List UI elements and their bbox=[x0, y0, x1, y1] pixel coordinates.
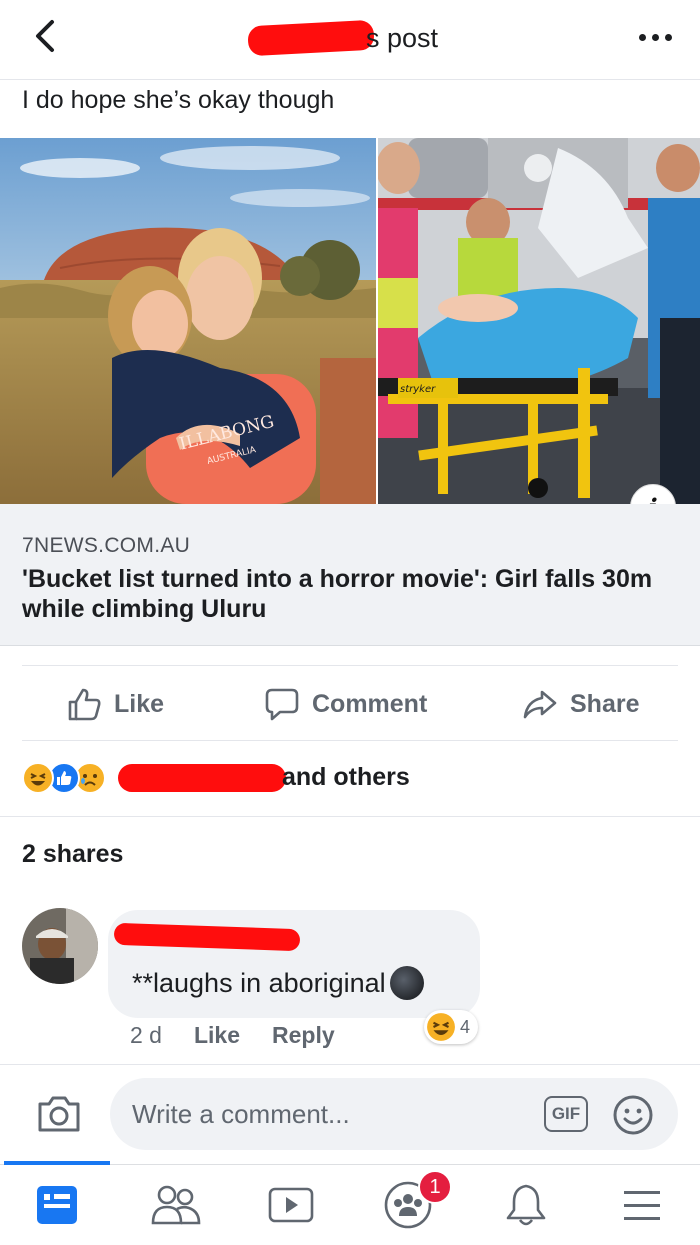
emoji-icon[interactable] bbox=[612, 1094, 654, 1141]
comment-icon bbox=[265, 688, 299, 721]
comment-like-button[interactable]: Like bbox=[194, 1022, 240, 1049]
comment-text: **laughs in aboriginal bbox=[132, 966, 424, 1000]
link-image-right[interactable]: stryker bbox=[378, 138, 700, 504]
nav-active-indicator bbox=[4, 1161, 110, 1165]
nav-friends-icon[interactable] bbox=[146, 1180, 206, 1230]
link-image-left[interactable]: ILLABONG AUSTRALIA bbox=[0, 138, 376, 504]
reactions-summary[interactable] bbox=[22, 762, 106, 794]
divider bbox=[22, 740, 678, 741]
reactions-others-text[interactable]: and others bbox=[282, 763, 410, 792]
redaction-mark bbox=[247, 19, 375, 57]
divider bbox=[0, 816, 700, 817]
reaction-count-value: 4 bbox=[460, 1016, 471, 1037]
comment-time: 2 d bbox=[130, 1022, 162, 1048]
link-title: 'Bucket list turned into a horror movie'… bbox=[22, 565, 653, 623]
bottom-navigation bbox=[0, 1164, 700, 1245]
nav-menu-icon[interactable] bbox=[612, 1180, 672, 1230]
top-bar: s post bbox=[0, 0, 700, 80]
groups-notification-badge: 1 bbox=[418, 1170, 452, 1204]
new-moon-face-icon bbox=[389, 966, 424, 1000]
gif-button[interactable]: GIF bbox=[544, 1096, 588, 1132]
comment-body: **laughs in aboriginal bbox=[132, 967, 386, 998]
shares-count[interactable]: 2 shares bbox=[22, 840, 123, 869]
share-icon bbox=[523, 690, 557, 719]
haha-reaction-icon bbox=[427, 1013, 455, 1041]
like-button[interactable]: Like bbox=[66, 682, 164, 726]
divider bbox=[22, 665, 678, 666]
link-preview[interactable]: 7NEWS.COM.AU 'Bucket list turned into a … bbox=[0, 504, 700, 646]
thumbs-up-icon bbox=[68, 688, 101, 721]
page-title: s post bbox=[247, 18, 444, 58]
share-button[interactable]: Share bbox=[522, 682, 639, 726]
nav-notifications-bell-icon[interactable] bbox=[496, 1180, 556, 1230]
commenter-avatar[interactable] bbox=[22, 908, 98, 984]
back-icon[interactable] bbox=[26, 14, 66, 58]
comment-reaction-count[interactable]: 4 bbox=[424, 1010, 479, 1044]
nav-watch-icon[interactable] bbox=[261, 1180, 321, 1230]
share-label: Share bbox=[570, 689, 640, 718]
post-text: I do hope she’s okay though bbox=[22, 86, 335, 114]
redaction-mark bbox=[118, 764, 286, 792]
like-label: Like bbox=[114, 689, 165, 718]
comment-input[interactable] bbox=[110, 1078, 678, 1150]
more-options-icon[interactable] bbox=[639, 34, 672, 41]
nav-news-feed-icon[interactable] bbox=[27, 1180, 87, 1230]
stretcher-brand: stryker bbox=[400, 384, 436, 395]
camera-icon[interactable] bbox=[36, 1094, 82, 1139]
haha-reaction-icon bbox=[22, 762, 54, 794]
comment-button[interactable]: Comment bbox=[264, 682, 427, 726]
comment-meta: 2 d Like Reply bbox=[130, 1022, 335, 1049]
comment-label: Comment bbox=[312, 689, 428, 718]
comment-reply-button[interactable]: Reply bbox=[272, 1022, 335, 1049]
page-title-suffix: s post bbox=[366, 22, 439, 53]
link-domain: 7NEWS.COM.AU bbox=[22, 534, 191, 557]
